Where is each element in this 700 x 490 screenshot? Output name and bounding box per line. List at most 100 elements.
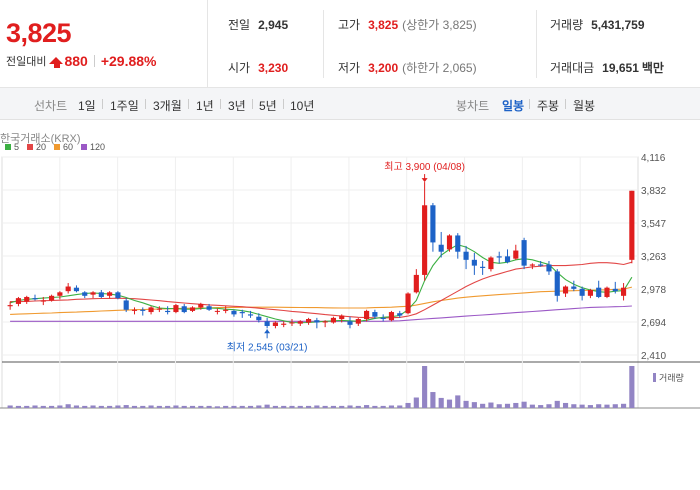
volume-bar <box>223 405 229 408</box>
volume-bar <box>107 405 113 408</box>
volume-bar <box>612 404 618 408</box>
volume-bar <box>471 402 477 408</box>
y-tick-label: 2,978 <box>641 285 666 296</box>
plot-frame <box>1 156 639 409</box>
candle-body <box>529 264 535 266</box>
volume-bar <box>488 402 494 408</box>
volume-bar <box>189 405 196 408</box>
candle-body <box>181 306 187 313</box>
candle-body <box>206 306 212 310</box>
volume-bar <box>7 405 13 408</box>
volume-bar <box>364 405 370 408</box>
candle-body <box>405 293 411 314</box>
candle-body <box>471 259 477 266</box>
volume-bar <box>587 405 593 408</box>
volume-bar <box>339 405 345 408</box>
candle-body <box>289 322 295 324</box>
volume-bar <box>330 405 337 408</box>
volume-bar <box>620 403 627 408</box>
candle-body <box>629 190 635 260</box>
candle-body <box>413 274 419 293</box>
volume-bar <box>32 405 38 408</box>
candle-body <box>521 240 527 266</box>
max-price-arrowhead <box>421 178 428 183</box>
volume-bar <box>538 405 544 408</box>
volume-bar <box>322 405 328 408</box>
volume-bar <box>372 405 378 408</box>
candle-body <box>165 310 171 313</box>
candle-body <box>430 205 436 243</box>
volume-bar <box>131 405 138 408</box>
volume-bar <box>173 405 179 408</box>
y-tick-label: 2,694 <box>641 318 666 329</box>
candle-body <box>223 309 229 311</box>
candle-body <box>256 316 262 321</box>
candle-body <box>446 235 453 250</box>
candle-body <box>480 266 486 268</box>
volume-bar <box>305 405 312 408</box>
volume-bar <box>347 405 353 408</box>
volume-bar <box>596 404 602 408</box>
candle-body <box>98 292 104 297</box>
volume-bar <box>504 403 511 408</box>
candle-body <box>364 310 370 320</box>
volume-bar <box>148 405 154 408</box>
candle-body <box>571 286 577 289</box>
candle-body <box>488 257 494 270</box>
candle-body <box>264 321 270 326</box>
candle-body <box>513 250 519 259</box>
volume-bar <box>513 402 519 408</box>
volume-bar <box>422 366 428 408</box>
candle-body <box>546 264 552 272</box>
candle-body <box>73 287 80 292</box>
volume-bar <box>165 405 171 408</box>
min-price-annotation: 최저 2,545 (03/21) <box>227 341 308 353</box>
candle-body <box>314 320 320 323</box>
candle-body <box>538 264 544 266</box>
candle-body <box>156 308 162 310</box>
volume-bar <box>413 397 419 408</box>
volume-bar <box>40 405 46 408</box>
volume-bar <box>529 404 535 408</box>
candle-body <box>554 271 560 296</box>
volume-bar <box>98 405 104 408</box>
volume-bar <box>554 400 560 408</box>
volume-bar <box>82 405 88 408</box>
candle-body <box>339 315 345 320</box>
volume-bar <box>297 405 303 408</box>
volume-bar <box>388 405 395 408</box>
candle-body <box>422 205 428 275</box>
candle-body <box>562 286 569 294</box>
volume-bar <box>272 405 278 408</box>
volume-bar <box>463 400 469 408</box>
volume-bar <box>496 404 502 408</box>
volume-bar <box>430 392 436 408</box>
candle-body <box>57 292 63 296</box>
candle-body <box>214 310 220 312</box>
candle-body <box>231 310 237 315</box>
candle-body <box>65 286 71 292</box>
volume-legend-label: 거래량 <box>659 372 684 383</box>
candle-body <box>380 317 386 320</box>
volume-bar <box>281 405 287 408</box>
candle-body <box>355 319 361 324</box>
candle-body <box>272 322 278 326</box>
candle-body <box>612 288 618 292</box>
volume-bar <box>314 405 320 408</box>
candle-body <box>82 292 88 296</box>
volume-bar <box>156 405 162 408</box>
volume-bar <box>480 403 486 408</box>
candle-body <box>463 251 469 260</box>
volume-bar <box>521 401 527 408</box>
candlestick-chart: 4,116 3,832 3,547 3,263 2,978 2,694 2,410 거래량 최고… <box>0 153 700 409</box>
volume-bar <box>438 397 444 408</box>
ma60-line <box>10 286 633 315</box>
volume-bar <box>256 405 262 408</box>
candle-body <box>372 312 378 317</box>
candle-body <box>330 317 337 323</box>
volume-bar <box>629 366 635 408</box>
volume-bar <box>140 405 146 408</box>
volume-bar <box>231 405 237 408</box>
candle-body <box>620 287 627 296</box>
volume-bar <box>57 405 63 408</box>
